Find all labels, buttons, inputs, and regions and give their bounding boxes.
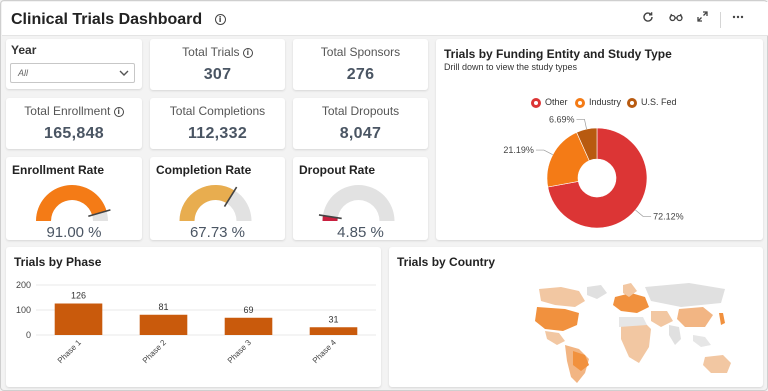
bar[interactable] [139,314,188,335]
info-icon[interactable]: i [242,47,253,58]
total-enrollment-value: 165,848 [44,125,104,142]
map-region-greenland [587,285,607,299]
bar[interactable] [309,327,358,335]
y-tick-label: 0 [26,330,31,340]
x-tick-label: Phase 4 [311,338,339,366]
total-completions-label: Total Completions [169,104,266,118]
donut-leader-line [535,149,553,156]
map-region-russia [645,283,725,307]
bar[interactable] [54,303,103,336]
map-region-china [677,307,713,327]
total-dropouts-card: Total Dropouts 8,047 [293,98,428,149]
map-region-india [669,325,681,345]
funding-chart-card: Trials by Funding Entity and Study Type … [436,39,763,240]
total-sponsors-label: Total Sponsors [320,45,401,59]
x-tick-label: Phase 2 [141,338,169,366]
completion-rate-card: Completion Rate 67.73 % [150,157,285,240]
year-filter-label: Year [11,43,37,57]
bar-data-label: 126 [71,291,86,301]
map-region-canada [539,287,585,307]
phase-bar-chart: 0 100 200 126 Phase 1 81 Phase 2 69 Phase 3 31 Pha… [16,280,376,366]
bar[interactable] [224,317,273,335]
dashboard-header: Clinical Trials Dashboard i [2,2,768,36]
enrollment-rate-value: 91.00 % [46,224,102,240]
dashboard-frame: Clinical Trials Dashboard i Year All Tot… [0,0,768,391]
country-map-card: Trials by Country [389,247,763,387]
map-region-southeast-asia [693,335,711,347]
total-sponsors-value: 276 [346,66,375,83]
map-region-mexico [545,331,565,345]
donut-data-label: 6.69% [549,114,575,124]
glasses-icon[interactable] [669,11,683,26]
info-icon[interactable]: i [214,14,226,26]
total-enrollment-card: Total Enrollment i 165,848 [6,98,142,149]
total-completions-card: Total Completions 112,332 [150,98,285,149]
total-trials-card: Total Trials i 307 [150,39,285,90]
bar-data-label: 69 [243,305,253,315]
donut-leader-line [635,209,652,217]
bar-data-label: 31 [328,314,338,324]
map-region-japan [719,313,725,325]
info-icon[interactable]: i [113,106,124,117]
expand-icon[interactable] [697,11,708,25]
funding-donut-chart: 72.12% 21.19% 6.69% [503,114,684,229]
year-select-value: All [18,68,29,78]
total-completions-value: 112,332 [187,125,248,142]
year-filter-card: Year All [6,39,142,89]
dashboard-title-text: Clinical Trials Dashboard [11,11,203,28]
total-sponsors-card: Total Sponsors 276 [293,39,428,90]
donut-data-label: 21.19% [503,145,534,155]
map-region-australia [703,355,731,373]
gauge-track [322,185,395,221]
phase-chart-card: Trials by Phase 0 100 200 126 Phase 1 81 Phase… [6,247,381,387]
total-enrollment-label: Total Enrollment i [6,104,142,118]
header-divider [720,12,721,28]
map-region-europe [613,293,649,313]
chevron-down-icon [119,70,129,76]
more-icon[interactable] [732,11,744,26]
dropout-rate-card: Dropout Rate 4.85 % [293,157,428,240]
x-tick-label: Phase 3 [226,338,254,366]
refresh-icon[interactable] [642,11,654,26]
total-trials-value: 307 [203,66,232,83]
world-map[interactable] [389,247,763,387]
enrollment-rate-card: Enrollment Rate 91.00 % [6,157,142,240]
year-select[interactable]: All [10,63,135,83]
total-dropouts-value: 8,047 [339,125,382,142]
dashboard-title: Clinical Trials Dashboard i [11,11,226,29]
map-region-middle-east [651,311,673,327]
map-region-usa [535,307,579,331]
total-trials-label: Total Trials i [150,45,285,59]
dropout-rate-value: 4.85 % [337,224,384,240]
bar-data-label: 81 [158,302,168,312]
total-dropouts-label: Total Dropouts [321,104,400,118]
completion-rate-value: 67.73 % [189,224,246,240]
y-tick-label: 100 [16,305,31,315]
x-tick-label: Phase 1 [56,338,84,366]
donut-leader-line [576,118,587,130]
donut-data-label: 72.12% [653,211,684,221]
y-tick-label: 200 [16,280,31,290]
